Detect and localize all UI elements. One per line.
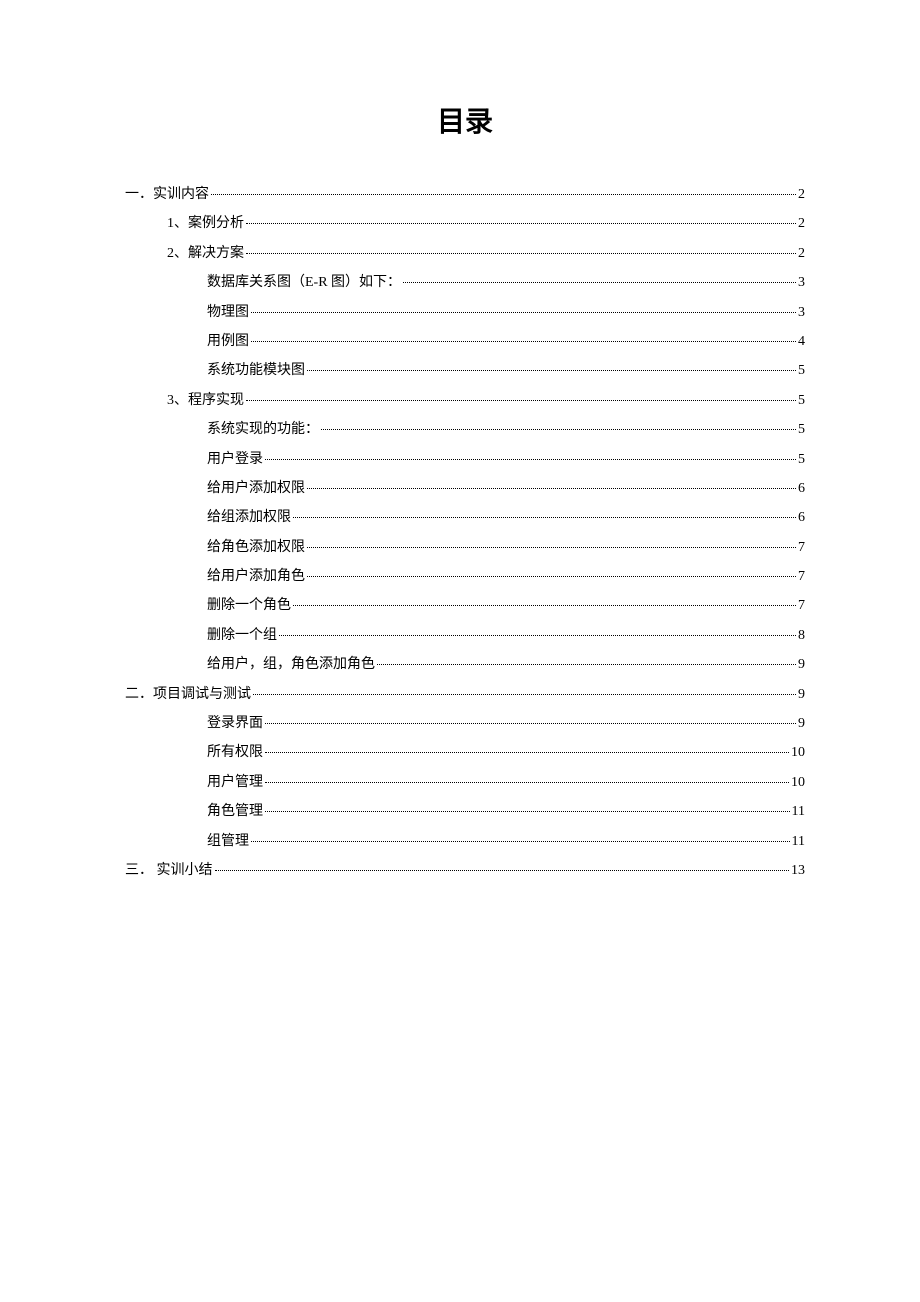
toc-page-number: 2 bbox=[798, 209, 805, 238]
toc-entry: 给用户，组，角色添加角色 9 bbox=[125, 650, 805, 679]
toc-leader bbox=[265, 798, 790, 812]
toc-label: 用例图 bbox=[207, 327, 249, 356]
toc-page-number: 9 bbox=[798, 650, 805, 679]
toc-page-number: 6 bbox=[798, 503, 805, 532]
toc-label: 用户登录 bbox=[207, 445, 263, 474]
toc-page-number: 3 bbox=[798, 298, 805, 327]
toc-leader bbox=[211, 181, 796, 195]
toc-entry: 3、程序实现 5 bbox=[125, 386, 805, 415]
toc-entry: 给组添加权限 6 bbox=[125, 503, 805, 532]
toc-leader bbox=[265, 769, 789, 783]
toc-entry: 登录界面 9 bbox=[125, 709, 805, 738]
toc-label: 给组添加权限 bbox=[207, 503, 291, 532]
toc-leader bbox=[377, 651, 796, 665]
table-of-contents: 一．实训内容21、案例分析22、解决方案2数据库关系图（E-R 图）如下：3物理… bbox=[125, 180, 805, 885]
toc-page-number: 7 bbox=[798, 533, 805, 562]
toc-entry: 用户管理 10 bbox=[125, 768, 805, 797]
toc-label: 删除一个组 bbox=[207, 621, 277, 650]
toc-page-number: 11 bbox=[792, 827, 805, 856]
toc-label: 用户管理 bbox=[207, 768, 263, 797]
toc-page-number: 9 bbox=[798, 680, 805, 709]
toc-page-number: 13 bbox=[791, 856, 805, 885]
toc-page-number: 2 bbox=[798, 180, 805, 209]
toc-leader bbox=[246, 240, 796, 254]
toc-entry: 删除一个角色 7 bbox=[125, 591, 805, 620]
toc-leader bbox=[251, 328, 796, 342]
toc-label: 所有权限 bbox=[207, 738, 263, 767]
toc-label: 3、程序实现 bbox=[167, 386, 244, 415]
toc-entry: 三． 实训小结 13 bbox=[125, 856, 805, 885]
toc-label: 三． 实训小结 bbox=[125, 856, 213, 885]
toc-leader bbox=[265, 739, 789, 753]
toc-page-number: 5 bbox=[798, 415, 805, 444]
toc-page-number: 2 bbox=[798, 239, 805, 268]
toc-label: 给角色添加权限 bbox=[207, 533, 305, 562]
toc-page-number: 5 bbox=[798, 356, 805, 385]
toc-page-number: 5 bbox=[798, 445, 805, 474]
page-title: 目录 bbox=[125, 100, 805, 140]
toc-entry: 给用户添加角色 7 bbox=[125, 562, 805, 591]
toc-entry: 数据库关系图（E-R 图）如下： 3 bbox=[125, 268, 805, 297]
toc-label: 物理图 bbox=[207, 298, 249, 327]
toc-label: 给用户添加权限 bbox=[207, 474, 305, 503]
toc-entry: 物理图 3 bbox=[125, 298, 805, 327]
toc-leader bbox=[293, 592, 796, 606]
toc-leader bbox=[307, 563, 796, 577]
toc-leader bbox=[251, 299, 796, 313]
toc-entry: 组管理 11 bbox=[125, 827, 805, 856]
toc-leader bbox=[215, 857, 790, 871]
toc-page-number: 7 bbox=[798, 591, 805, 620]
toc-leader bbox=[265, 446, 796, 460]
toc-label: 一．实训内容 bbox=[125, 180, 209, 209]
toc-label: 系统实现的功能： bbox=[207, 415, 319, 444]
toc-leader bbox=[403, 269, 796, 283]
toc-label: 1、案例分析 bbox=[167, 209, 244, 238]
toc-page-number: 6 bbox=[798, 474, 805, 503]
toc-entry: 系统实现的功能： 5 bbox=[125, 415, 805, 444]
toc-label: 登录界面 bbox=[207, 709, 263, 738]
toc-page-number: 4 bbox=[798, 327, 805, 356]
toc-entry: 删除一个组 8 bbox=[125, 621, 805, 650]
toc-label: 系统功能模块图 bbox=[207, 356, 305, 385]
toc-label: 给用户添加角色 bbox=[207, 562, 305, 591]
toc-leader bbox=[246, 210, 796, 224]
toc-entry: 所有权限 10 bbox=[125, 738, 805, 767]
toc-entry: 1、案例分析 2 bbox=[125, 209, 805, 238]
toc-page-number: 9 bbox=[798, 709, 805, 738]
toc-page-number: 3 bbox=[798, 268, 805, 297]
toc-label: 删除一个角色 bbox=[207, 591, 291, 620]
toc-page-number: 10 bbox=[791, 768, 805, 797]
toc-leader bbox=[307, 357, 796, 371]
toc-leader bbox=[279, 622, 796, 636]
toc-page-number: 5 bbox=[798, 386, 805, 415]
toc-leader bbox=[307, 534, 796, 548]
toc-entry: 角色管理 11 bbox=[125, 797, 805, 826]
toc-entry: 给用户添加权限 6 bbox=[125, 474, 805, 503]
toc-label: 角色管理 bbox=[207, 797, 263, 826]
toc-leader bbox=[246, 387, 796, 401]
toc-label: 数据库关系图（E-R 图）如下： bbox=[207, 268, 401, 297]
toc-label: 2、解决方案 bbox=[167, 239, 244, 268]
toc-label: 给用户，组，角色添加角色 bbox=[207, 650, 375, 679]
toc-leader bbox=[265, 710, 796, 724]
toc-entry: 2、解决方案 2 bbox=[125, 239, 805, 268]
toc-entry: 系统功能模块图 5 bbox=[125, 356, 805, 385]
toc-leader bbox=[293, 504, 796, 518]
toc-leader bbox=[307, 475, 796, 489]
toc-entry: 二．项目调试与测试 9 bbox=[125, 680, 805, 709]
toc-entry: 用例图 4 bbox=[125, 327, 805, 356]
toc-label: 二．项目调试与测试 bbox=[125, 680, 251, 709]
toc-entry: 一．实训内容 2 bbox=[125, 180, 805, 209]
toc-entry: 给角色添加权限 7 bbox=[125, 533, 805, 562]
toc-entry: 用户登录 5 bbox=[125, 445, 805, 474]
toc-page-number: 8 bbox=[798, 621, 805, 650]
toc-leader bbox=[251, 828, 790, 842]
toc-page-number: 10 bbox=[791, 738, 805, 767]
toc-leader bbox=[321, 416, 796, 430]
toc-page-number: 11 bbox=[792, 797, 805, 826]
toc-label: 组管理 bbox=[207, 827, 249, 856]
toc-leader bbox=[253, 681, 796, 695]
toc-page-number: 7 bbox=[798, 562, 805, 591]
